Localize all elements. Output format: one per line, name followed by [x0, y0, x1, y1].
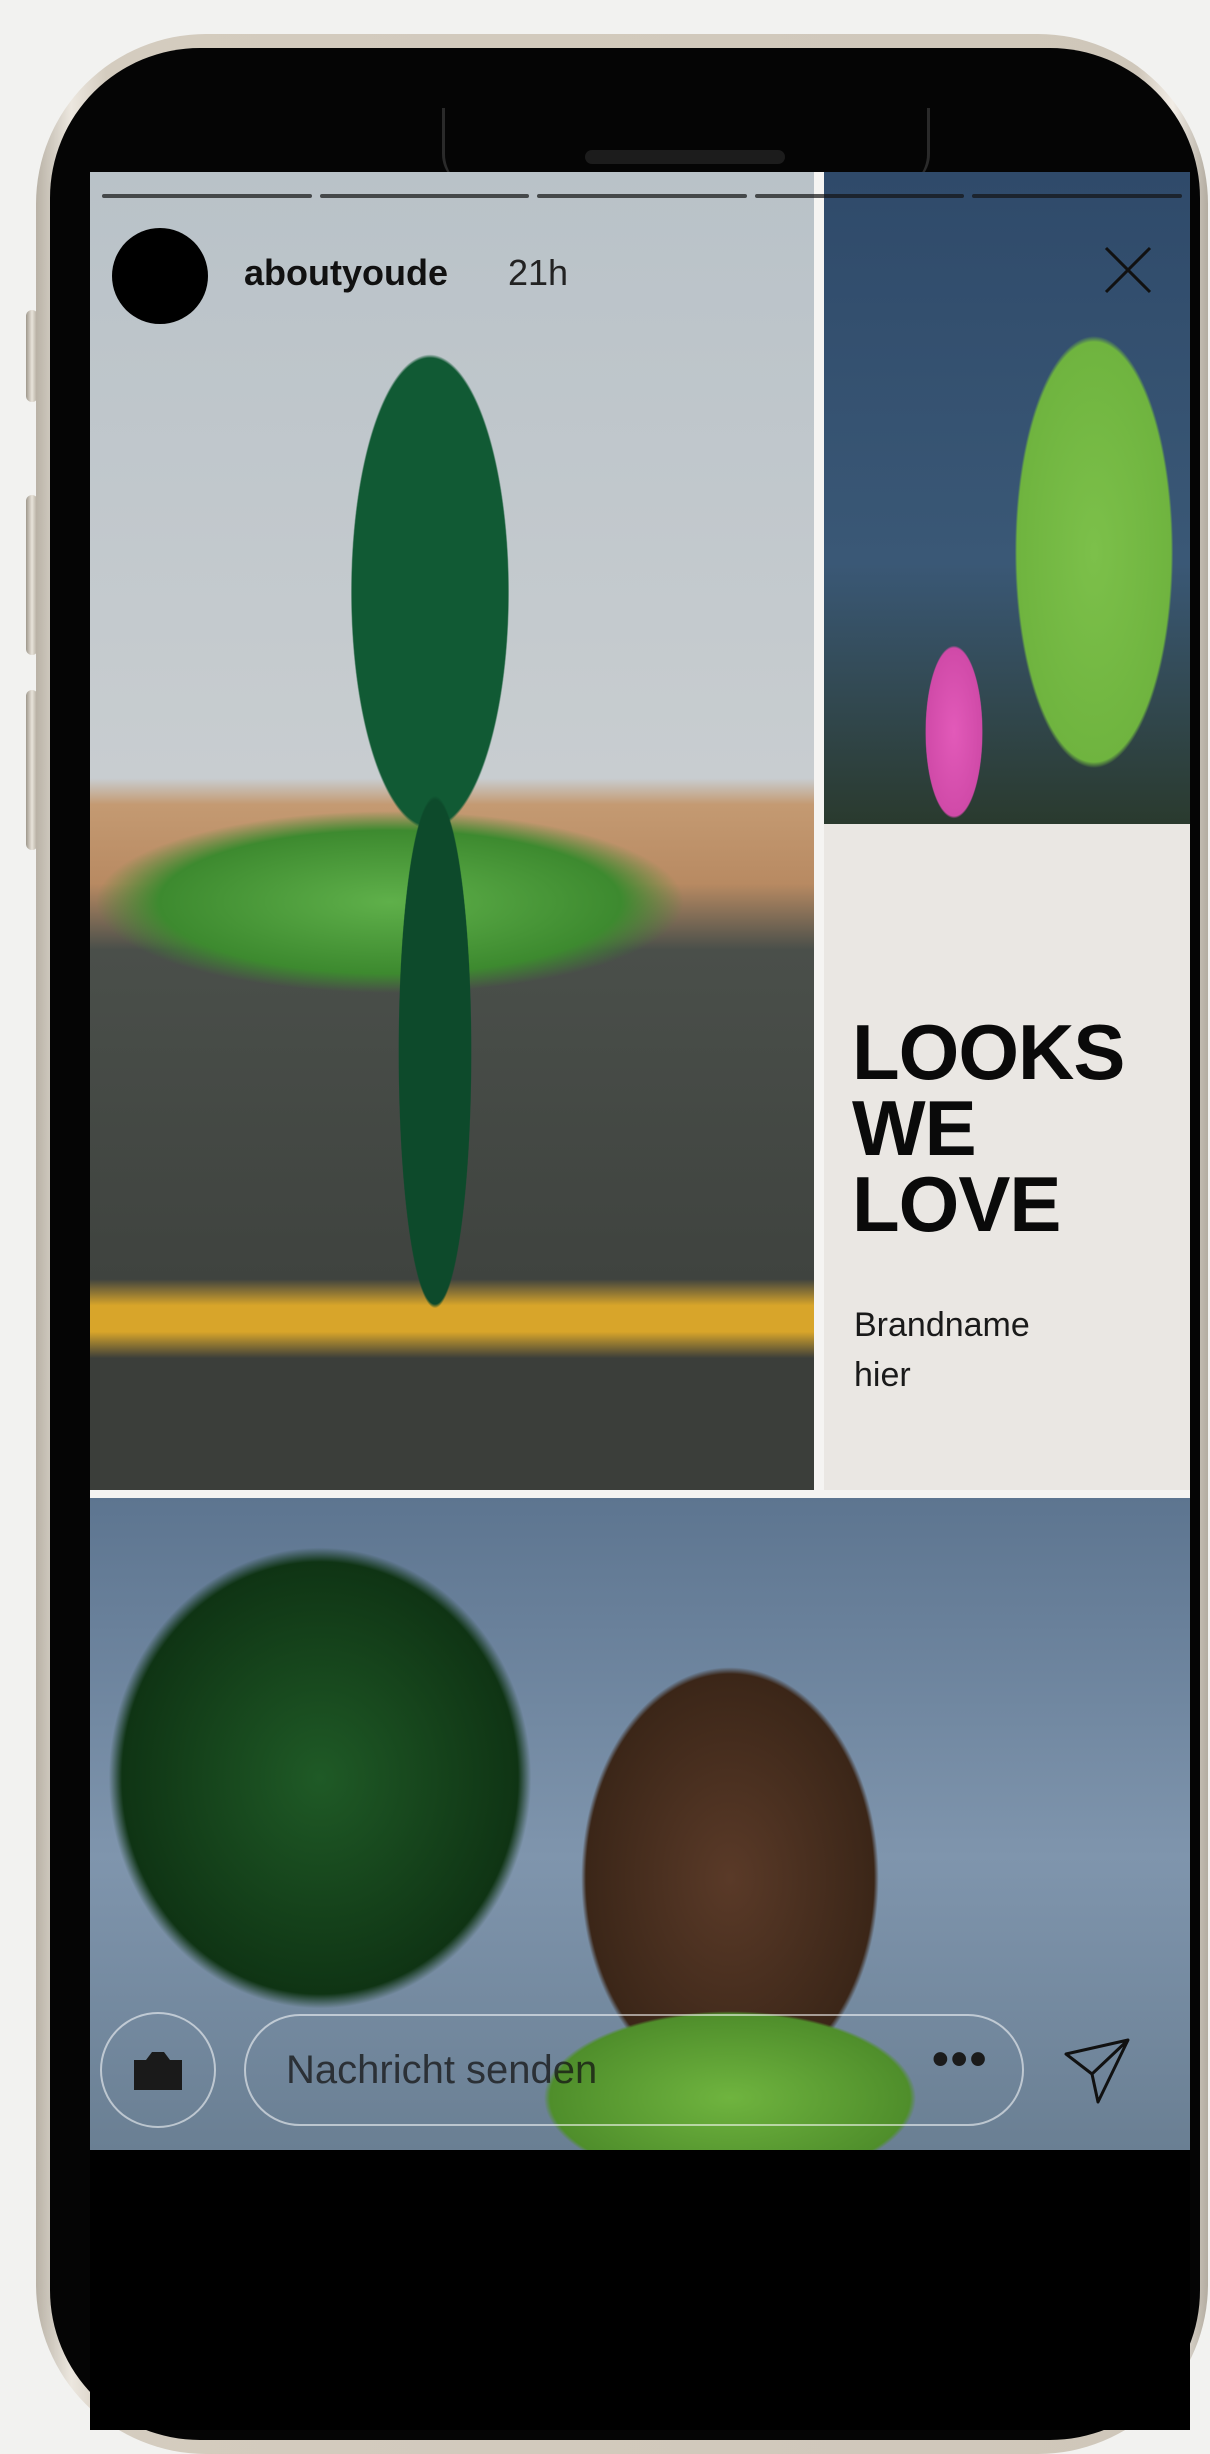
- camera-button[interactable]: [100, 2012, 216, 2128]
- username[interactable]: aboutyoude: [244, 252, 448, 294]
- brand-subtext: Brandname hier: [854, 1306, 1030, 1394]
- progress-segment: [102, 194, 312, 198]
- speaker: [585, 150, 785, 164]
- progress-segment: [319, 194, 530, 198]
- story-progress-bar: [102, 194, 1182, 198]
- avatar[interactable]: [112, 228, 208, 324]
- reply-bar: •••: [90, 2012, 1190, 2142]
- progress-segment: [537, 194, 747, 198]
- story-photo-main: [90, 172, 814, 1490]
- camera-icon: [134, 2052, 182, 2090]
- divider: [814, 172, 824, 1490]
- more-icon[interactable]: •••: [932, 2032, 988, 2087]
- progress-segment: [972, 194, 1182, 198]
- message-input[interactable]: [244, 2014, 1024, 2126]
- story-screen[interactable]: LOOKS WE LOVE Brandname hier aboutyoude …: [90, 172, 1190, 2430]
- progress-segment: [754, 194, 965, 198]
- headline: LOOKS WE LOVE: [852, 1008, 1125, 1248]
- close-icon[interactable]: [1100, 242, 1156, 298]
- text-panel: LOOKS WE LOVE Brandname hier: [824, 824, 1190, 1490]
- send-icon[interactable]: [1058, 2032, 1136, 2110]
- timestamp: 21h: [508, 252, 569, 293]
- screen-bottom: [90, 2150, 1190, 2430]
- divider: [90, 1490, 1190, 1498]
